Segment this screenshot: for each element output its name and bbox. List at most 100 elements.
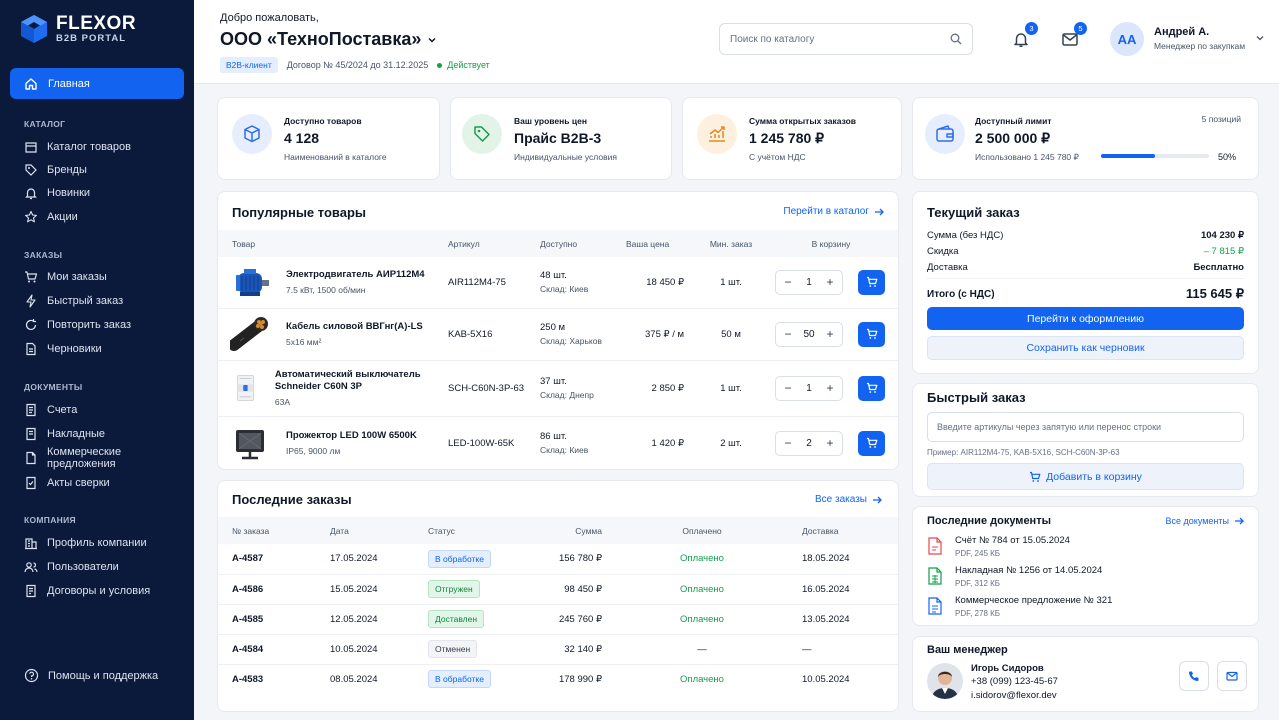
nav-item-catalog[interactable]: Каталог товаров	[24, 137, 189, 157]
add-to-cart-button[interactable]: Добавить в корзину	[927, 463, 1244, 490]
order-paid: Оплачено	[602, 604, 802, 635]
manager-email[interactable]: i.sidorov@flexor.dev	[971, 690, 1057, 701]
nav-item-invoices[interactable]: Счета	[24, 400, 189, 420]
product-name[interactable]: Электродвигатель АИР112М4	[286, 269, 425, 281]
document-item[interactable]: Коммерческое предложение № 321 PDF, 278 К…	[927, 595, 1112, 618]
call-manager-button[interactable]	[1179, 661, 1209, 691]
spreadsheet-file-icon	[928, 567, 942, 585]
add-to-cart-button[interactable]	[858, 375, 885, 401]
building-icon	[25, 538, 37, 550]
decrement-button[interactable]: −	[782, 381, 794, 395]
decrement-button[interactable]: −	[782, 327, 794, 341]
nav-item-label: Акты сверки	[47, 477, 110, 489]
kpi-label: Доступно товаров	[284, 116, 362, 126]
section-title: Популярные товары	[232, 205, 367, 220]
limit-progress-fill	[1101, 154, 1155, 158]
cart-icon	[866, 328, 877, 339]
link-label: Все документы	[1165, 516, 1229, 526]
table-row[interactable]: A-4586 15.05.2024 Отгружен 98 450 ₽ Опла…	[218, 574, 898, 605]
document-item[interactable]: Накладная № 1256 от 14.05.2024 PDF, 312 К…	[927, 565, 1102, 588]
brand-name: FLEXOR	[56, 13, 137, 35]
search-icon[interactable]	[950, 33, 962, 45]
nav-item-new[interactable]: Новинки	[24, 183, 189, 203]
divider	[927, 278, 1244, 279]
nav-item-company-profile[interactable]: Профиль компании	[24, 533, 189, 553]
logo[interactable]: FLEXOR B2B PORTAL	[20, 14, 136, 44]
increment-button[interactable]: +	[824, 381, 836, 395]
increment-button[interactable]: +	[824, 327, 836, 341]
nav-item-repeat-order[interactable]: Повторить заказ	[24, 315, 189, 335]
nav-item-brands[interactable]: Бренды	[24, 160, 189, 180]
order-id[interactable]: A-4587	[218, 544, 330, 575]
product-min-order: 50 м	[698, 308, 764, 361]
kpi-label: Сумма открытых заказов	[749, 116, 857, 126]
nav-item-my-orders[interactable]: Мои заказы	[24, 267, 189, 287]
quantity-value[interactable]: 50	[803, 329, 814, 340]
table-row: Электродвигатель АИР112М4 7.5 кВт, 1500 о…	[218, 257, 898, 309]
company-selector[interactable]: ООО «ТехноПоставка»	[220, 29, 437, 50]
users-icon	[24, 562, 38, 573]
col-header: Статус	[426, 517, 536, 544]
help-support-link[interactable]: Помощь и поддержка	[24, 668, 158, 683]
nav-item-promotions[interactable]: Акции	[24, 207, 189, 227]
product-sku: SCH-C60N-3P-63	[448, 360, 540, 417]
line-value: 104 230 ₽	[1200, 230, 1244, 241]
quantity-value[interactable]: 1	[806, 277, 812, 288]
nav-item-contracts[interactable]: Договоры и условия	[24, 581, 189, 601]
nav-item-waybills[interactable]: Накладные	[24, 424, 189, 444]
nav-item-reconciliation[interactable]: Акты сверки	[24, 473, 189, 493]
table-row[interactable]: A-4583 08.05.2024 В обработке 178 990 ₽ …	[218, 664, 898, 694]
product-name[interactable]: Кабель силовой ВВГнг(А)-LS	[286, 321, 423, 333]
nav-home[interactable]: Главная	[10, 68, 184, 99]
increment-button[interactable]: +	[824, 436, 836, 450]
search-input[interactable]: Поиск по каталогу	[719, 23, 973, 55]
notifications-button[interactable]: 3	[1012, 22, 1038, 48]
order-date: 10.05.2024	[330, 634, 426, 665]
nav-item-label: Счета	[47, 404, 78, 416]
document-item[interactable]: Счёт № 784 от 15.05.2024 PDF, 245 КБ	[927, 535, 1070, 558]
kpi-card-price-level: Ваш уровень цен Прайс B2B-3 Индивидуальн…	[450, 97, 672, 180]
company-name: ООО «ТехноПоставка»	[220, 29, 422, 49]
quantity-value[interactable]: 1	[806, 383, 812, 394]
nav-item-label: Пользователи	[47, 561, 119, 573]
go-to-catalog-link[interactable]: Перейти в каталог	[783, 206, 884, 217]
table-row[interactable]: A-4587 17.05.2024 В обработке 156 780 ₽ …	[218, 544, 898, 575]
order-sum: 98 450 ₽	[536, 574, 602, 605]
table-row[interactable]: A-4585 12.05.2024 Доставлен 245 760 ₽ Оп…	[218, 604, 898, 635]
sku-input[interactable]: Введите артикулы через запятую или перен…	[927, 412, 1244, 442]
manager-card: Ваш менеджер Игорь Сидоров +38 (099) 123…	[912, 636, 1259, 712]
nav-item-quick-order[interactable]: Быстрый заказ	[24, 291, 189, 311]
decrement-button[interactable]: −	[782, 275, 794, 289]
nav-item-proposals[interactable]: Коммерческие предложения	[24, 446, 189, 470]
checkout-button[interactable]: Перейти к оформлению	[927, 307, 1244, 330]
search-placeholder: Поиск по каталогу	[730, 33, 815, 45]
add-to-cart-button[interactable]	[858, 430, 885, 456]
all-documents-link[interactable]: Все документы	[1166, 516, 1244, 526]
increment-button[interactable]: +	[824, 275, 836, 289]
order-id[interactable]: A-4585	[218, 604, 330, 635]
cart-icon	[25, 271, 38, 283]
avatar[interactable]: АА	[1110, 22, 1144, 56]
save-draft-button[interactable]: Сохранить как черновик	[927, 336, 1244, 360]
user-name[interactable]: Андрей А.	[1154, 26, 1209, 38]
decrement-button[interactable]: −	[782, 436, 794, 450]
email-manager-button[interactable]	[1217, 661, 1247, 691]
chevron-down-icon[interactable]	[1255, 33, 1265, 43]
order-id[interactable]: A-4584	[218, 634, 330, 665]
product-spec: IP65, 9000 лм	[286, 446, 341, 457]
all-orders-link[interactable]: Все заказы	[815, 494, 882, 505]
manager-phone[interactable]: +38 (099) 123-45-67	[971, 676, 1058, 687]
table-row[interactable]: A-4584 10.05.2024 Отменен 32 140 ₽ — —	[218, 634, 898, 665]
product-name[interactable]: Автоматический выключатель Schneider C60…	[275, 369, 448, 394]
messages-button[interactable]: 5	[1061, 22, 1087, 48]
nav-item-users[interactable]: Пользователи	[24, 557, 189, 577]
link-label: Все заказы	[815, 494, 867, 505]
add-to-cart-button[interactable]	[858, 269, 885, 295]
add-to-cart-button[interactable]	[858, 321, 885, 347]
quantity-value[interactable]: 2	[806, 438, 812, 449]
product-name[interactable]: Прожектор LED 100W 6500K	[286, 430, 417, 442]
nav-item-drafts[interactable]: Черновики	[24, 339, 189, 359]
order-id[interactable]: A-4586	[218, 574, 330, 605]
link-label: Перейти в каталог	[783, 206, 869, 217]
order-id[interactable]: A-4583	[218, 664, 330, 694]
